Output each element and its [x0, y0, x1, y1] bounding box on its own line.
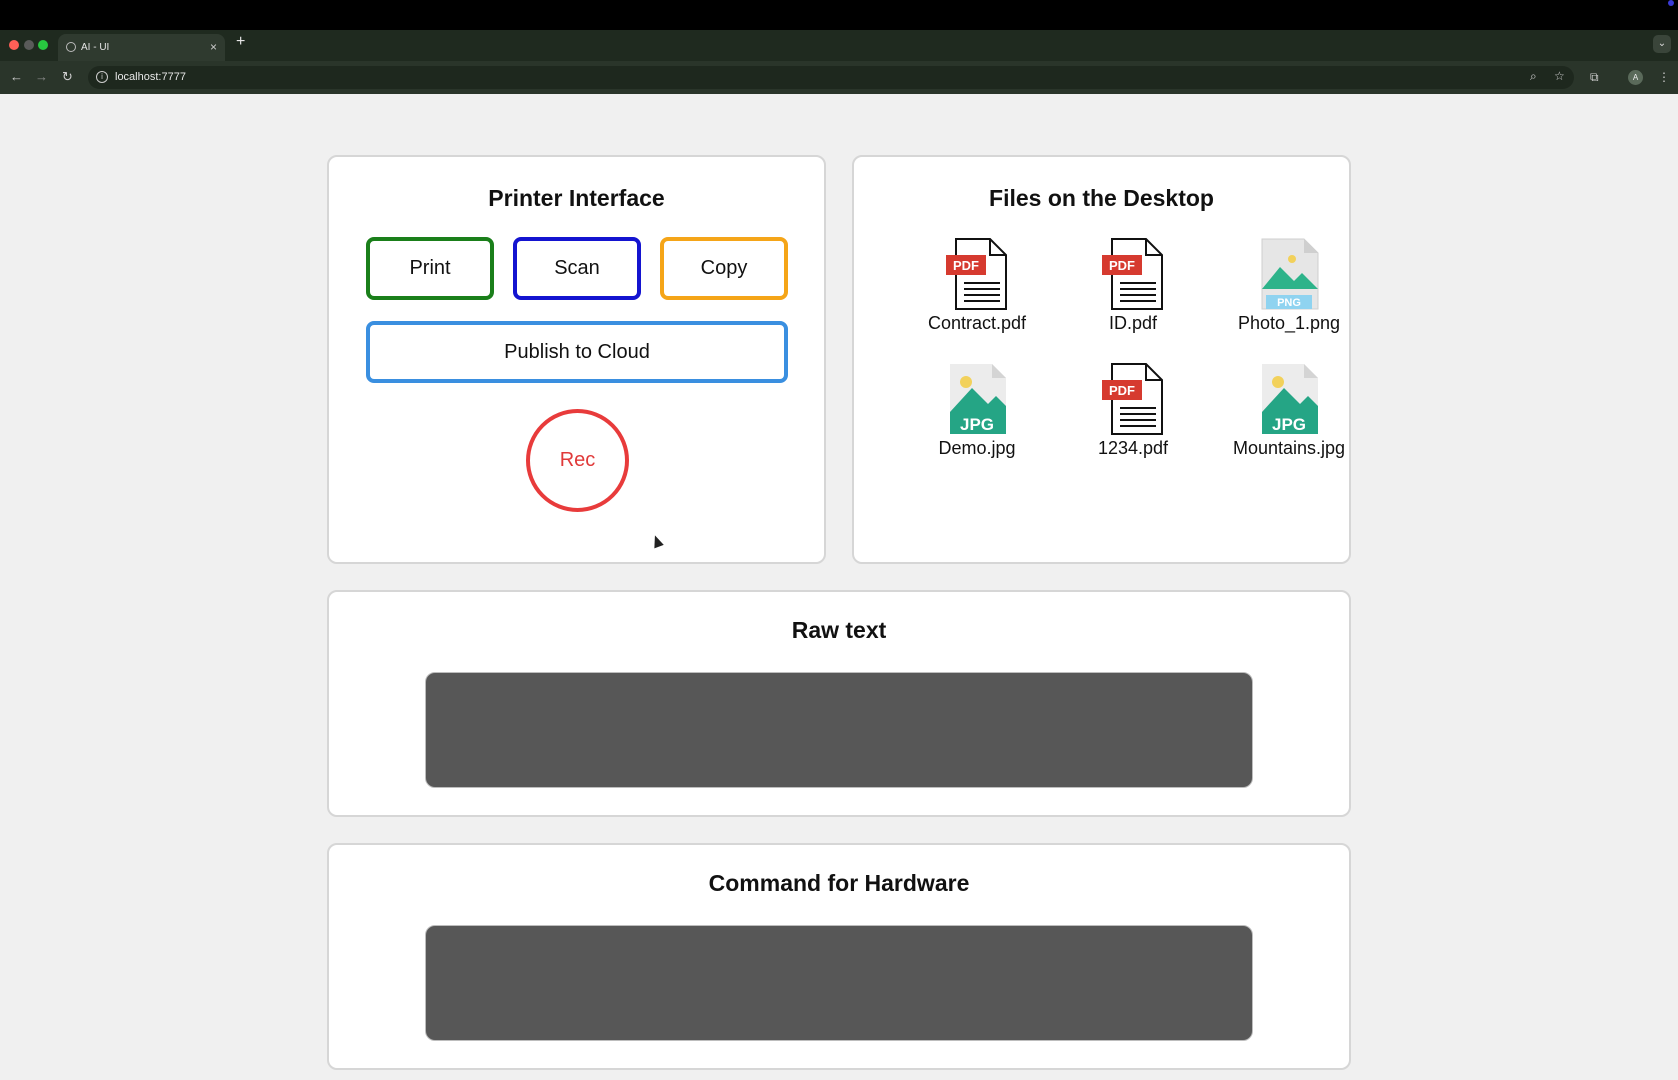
menu-icon[interactable]: ⋮: [1658, 70, 1670, 84]
extensions-icon[interactable]: ⧉: [1590, 70, 1599, 85]
file-name: Photo_1.png: [1237, 313, 1341, 333]
globe-icon: [66, 42, 76, 52]
star-icon[interactable]: ☆: [1554, 69, 1565, 83]
scan-button[interactable]: Scan: [513, 237, 641, 300]
record-button[interactable]: Rec: [526, 409, 629, 512]
site-info-icon[interactable]: i: [96, 71, 108, 83]
file-item[interactable]: PDF ID.pdf: [1068, 237, 1198, 334]
png-badge: PNG: [1277, 297, 1301, 309]
files-card: Files on the Desktop PDF Contract.pdf PD…: [852, 155, 1351, 564]
file-item[interactable]: JPG Mountains.jpg: [1224, 362, 1354, 459]
pdf-file-icon: PDF: [946, 238, 1007, 310]
printer-card: Printer Interface Print Scan Copy Publis…: [327, 155, 826, 564]
files-title: Files on the Desktop: [989, 185, 1214, 211]
raw-text-card: Raw text: [327, 590, 1351, 817]
browser-tab[interactable]: AI - UI ×: [58, 34, 225, 61]
command-title: Command for Hardware: [708, 870, 970, 896]
file-item[interactable]: PDF Contract.pdf: [912, 237, 1042, 334]
maximize-window-button[interactable]: [38, 40, 48, 50]
raw-text-output[interactable]: [425, 672, 1253, 788]
file-name: Contract.pdf: [927, 313, 1027, 333]
os-top-bar: [0, 0, 1678, 30]
new-tab-button[interactable]: +: [236, 34, 245, 50]
copy-button[interactable]: Copy: [660, 237, 788, 300]
command-card: Command for Hardware: [327, 843, 1351, 1070]
reload-icon[interactable]: ↻: [62, 69, 73, 85]
back-icon[interactable]: ←: [10, 69, 23, 85]
address-bar: ← → ↻ i localhost:7777 ⌕ ☆ ⧉ ⋮: [0, 61, 1678, 94]
forward-icon[interactable]: →: [35, 69, 48, 85]
raw-text-title: Raw text: [791, 617, 887, 643]
file-name: Demo.jpg: [938, 438, 1016, 458]
profile-avatar[interactable]: A: [1628, 70, 1643, 85]
close-window-button[interactable]: [9, 40, 19, 50]
tab-title: AI - UI: [81, 42, 110, 53]
zoom-icon[interactable]: ⌕: [1530, 69, 1537, 84]
print-button[interactable]: Print: [366, 237, 494, 300]
jpg-badge: JPG: [1272, 415, 1306, 434]
pdf-file-icon: PDF: [1102, 238, 1163, 310]
url-text: localhost:7777: [115, 71, 186, 83]
publish-to-cloud-button[interactable]: Publish to Cloud: [366, 321, 788, 383]
jpg-file-icon: JPG: [950, 364, 1006, 434]
pdf-badge: PDF: [1109, 258, 1135, 273]
status-dot: [1668, 0, 1674, 6]
file-name: Mountains.jpg: [1232, 438, 1346, 458]
file-name: 1234.pdf: [1097, 438, 1169, 458]
jpg-badge: JPG: [960, 415, 994, 434]
pdf-file-icon: PDF: [1102, 363, 1163, 435]
url-field[interactable]: i localhost:7777 ⌕ ☆: [88, 66, 1574, 89]
file-item[interactable]: PNG Photo_1.png: [1224, 237, 1354, 334]
pdf-badge: PDF: [953, 258, 979, 273]
pdf-badge: PDF: [1109, 383, 1135, 398]
jpg-file-icon: JPG: [1262, 364, 1318, 434]
png-file-icon: PNG: [1261, 238, 1319, 310]
tab-search-button[interactable]: ⌄: [1653, 35, 1671, 53]
tab-close-icon[interactable]: ×: [210, 40, 217, 54]
file-name: ID.pdf: [1108, 313, 1158, 333]
file-item[interactable]: PDF 1234.pdf: [1068, 362, 1198, 459]
printer-title: Printer Interface: [488, 185, 665, 211]
tab-strip: AI - UI ×: [0, 30, 1678, 61]
command-output[interactable]: [425, 925, 1253, 1041]
minimize-window-button[interactable]: [24, 40, 34, 50]
file-item[interactable]: JPG Demo.jpg: [912, 362, 1042, 459]
